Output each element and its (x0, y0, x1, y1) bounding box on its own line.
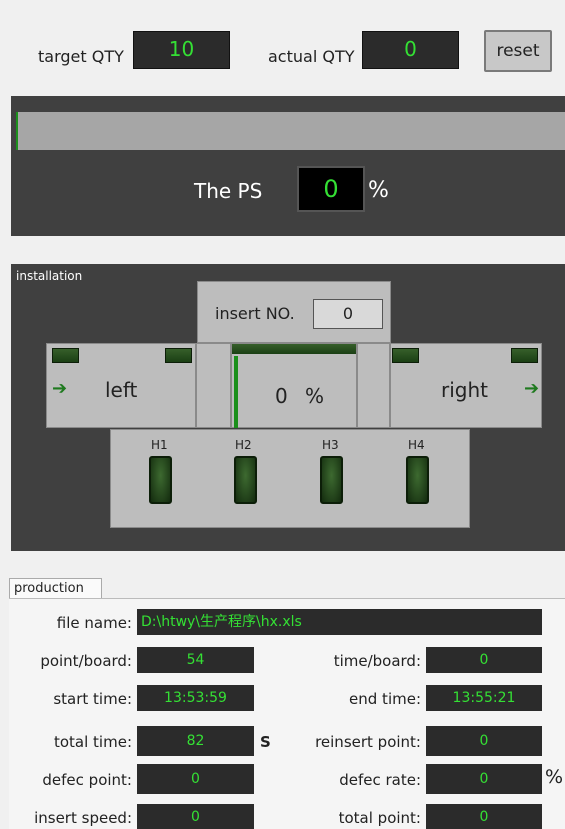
head-h3-led (320, 456, 343, 504)
insert-no-label: insert NO. (215, 304, 295, 323)
head-h2-led (234, 456, 257, 504)
start-time-label: start time: (53, 690, 132, 708)
actual-qty-label: actual QTY (268, 47, 355, 66)
total-point-label: total point: (338, 809, 421, 827)
left-indicator-led-2 (165, 348, 192, 363)
right-label: right (441, 378, 488, 402)
right-indicator-led-1 (392, 348, 419, 363)
head-h1-label: H1 (151, 438, 168, 452)
left-arrow-icon: ➔ (52, 378, 68, 399)
total-point-display: 0 (426, 804, 542, 829)
defec-rate-display: 0 (426, 764, 542, 794)
actual-qty-display: 0 (362, 31, 459, 69)
right-indicator-led-2 (511, 348, 538, 363)
ps-unit: % (368, 178, 389, 203)
defec-rate-label: defec rate: (339, 771, 421, 789)
center-progress-fill (234, 356, 238, 428)
reset-button[interactable]: reset (484, 30, 552, 72)
ps-display: 0 (297, 166, 365, 212)
end-time-display: 13:55:21 (426, 685, 542, 711)
head-h4-label: H4 (408, 438, 425, 452)
production-tab[interactable]: production (9, 578, 102, 599)
target-qty-display: 10 (133, 31, 230, 69)
insert-no-display: 0 (313, 299, 383, 329)
file-name-label: file name: (56, 614, 132, 632)
start-time-display: 13:53:59 (137, 685, 254, 711)
defec-point-label: defec point: (42, 771, 132, 789)
time-board-display: 0 (426, 647, 542, 673)
center-station: 0 % (231, 343, 357, 428)
heads-panel: H1 H2 H3 H4 (110, 429, 470, 528)
right-station: right ➔ (390, 343, 542, 428)
production-panel: file name: D:\htwy\生产程序\hx.xls point/boa… (9, 598, 565, 829)
point-board-display: 54 (137, 647, 254, 673)
target-qty-label: target QTY (38, 47, 124, 66)
total-time-label: total time: (53, 733, 132, 751)
file-name-display: D:\htwy\生产程序\hx.xls (137, 609, 542, 635)
installation-title: installation (16, 269, 83, 283)
reinsert-point-label: reinsert point: (315, 733, 421, 751)
progress-panel: The PS 0 % (11, 96, 565, 236)
left-pillar (196, 343, 231, 428)
left-station: ➔ left (46, 343, 196, 428)
point-board-label: point/board: (40, 652, 132, 670)
ps-label: The PS (194, 179, 263, 203)
insert-speed-display: 0 (137, 804, 254, 829)
end-time-label: end time: (349, 690, 421, 708)
head-h2-label: H2 (235, 438, 252, 452)
center-percent-value: 0 (275, 384, 288, 408)
left-label: left (105, 378, 138, 402)
center-top-led (232, 344, 356, 354)
production-progress-bar (16, 112, 565, 150)
head-h4-led (406, 456, 429, 504)
installation-panel: installation insert NO. 0 ➔ left 0 % rig… (11, 264, 565, 551)
time-board-label: time/board: (333, 652, 421, 670)
center-percent-unit: % (305, 384, 325, 408)
reinsert-point-display: 0 (426, 726, 542, 756)
left-indicator-led-1 (52, 348, 79, 363)
right-arrow-icon: ➔ (524, 378, 540, 399)
total-time-display: 82 (137, 726, 254, 756)
insert-no-panel: insert NO. 0 (197, 281, 391, 343)
quantity-panel: target QTY 10 actual QTY 0 reset (9, 9, 563, 93)
production-progress-fill (16, 112, 18, 150)
defec-rate-unit: % (545, 766, 564, 788)
defec-point-display: 0 (137, 764, 254, 794)
head-h3-label: H3 (322, 438, 339, 452)
total-time-unit: S (260, 733, 271, 751)
right-pillar (357, 343, 390, 428)
head-h1-led (149, 456, 172, 504)
insert-speed-label: insert speed: (34, 809, 132, 827)
